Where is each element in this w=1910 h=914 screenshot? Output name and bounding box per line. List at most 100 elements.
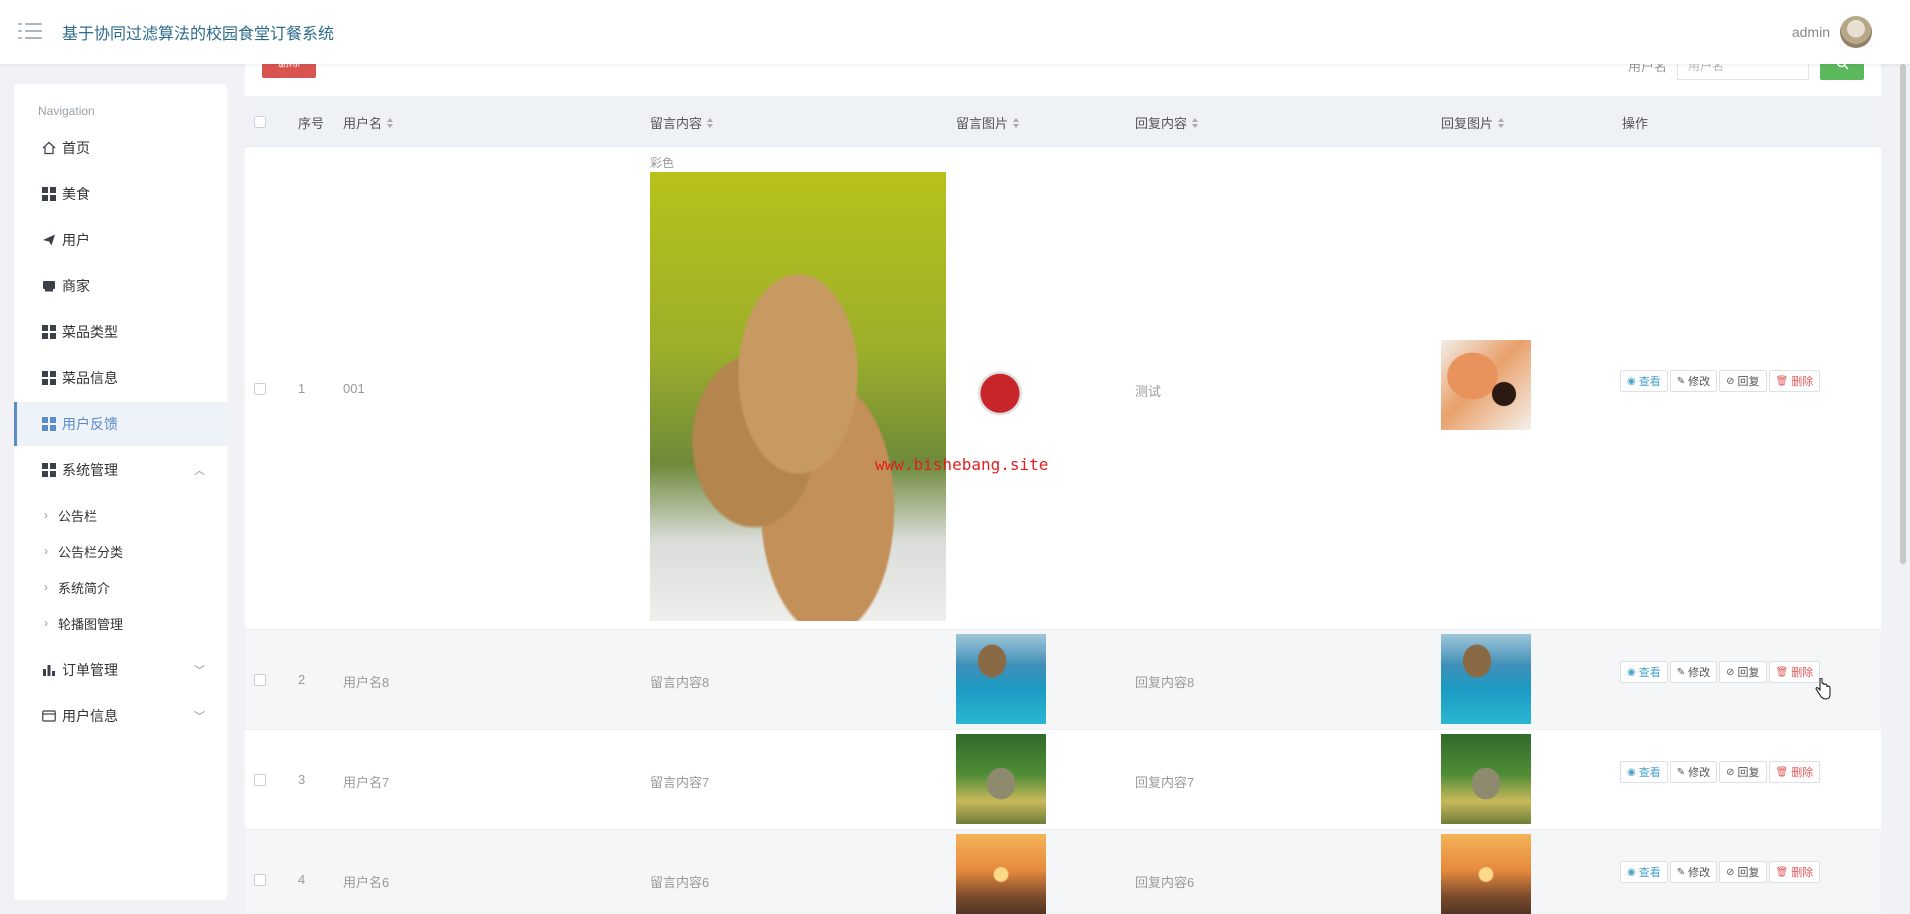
main-content: 删除 用户名 用户名 序号 用户名 留言内容 留言图片 回复内容 回复图片 操作… <box>245 52 1881 914</box>
sidebar-item-orders[interactable]: 订单管理 ﹀ <box>14 648 227 692</box>
table-row: 3 用户名7 留言内容7 回复内容7 ◉ 查看 ✎ 修改 ⊘ 回复 🗑 删除 <box>245 730 1881 830</box>
reply-image-sunset[interactable] <box>1441 834 1531 914</box>
chevron-right-icon: › <box>44 544 48 558</box>
sidebar-item-merchant[interactable]: 商家 <box>14 264 227 308</box>
message-image-sea[interactable] <box>956 634 1046 724</box>
sort-icon <box>1498 117 1506 128</box>
sidebar-item-home[interactable]: 首页 <box>14 126 227 170</box>
view-button[interactable]: ◉ 查看 <box>1620 761 1668 783</box>
card-icon <box>42 709 56 723</box>
col-index: 序号 <box>298 116 325 131</box>
bar-chart-icon <box>42 663 56 677</box>
sidebar-item-label: 美食 <box>62 186 90 202</box>
message-image-sunset[interactable] <box>956 834 1046 914</box>
sidebar-item-label: 用户 <box>62 232 90 248</box>
trash-icon: 🗑 <box>1775 375 1789 387</box>
app-title: 基于协同过滤算法的校园食堂订餐系统 <box>62 26 335 43</box>
row-actions: ◉ 查看 ✎ 修改 ⊘ 回复 🗑 删除 <box>1620 761 1821 783</box>
eye-icon: ◉ <box>1627 666 1636 678</box>
paper-plane-icon <box>42 233 56 247</box>
user-name[interactable]: admin <box>1792 24 1830 40</box>
message-image-crayfish[interactable] <box>957 346 1043 432</box>
col-image[interactable]: 留言图片 <box>956 113 1021 132</box>
reply-button[interactable]: ⊘ 回复 <box>1719 761 1767 783</box>
delete-button[interactable]: 🗑 删除 <box>1768 761 1821 783</box>
sidebar-subitem-notice-category[interactable]: › 公告栏分类 <box>44 536 123 566</box>
col-reply[interactable]: 回复内容 <box>1135 113 1200 132</box>
menu-toggle-icon[interactable] <box>18 21 42 41</box>
reply-button[interactable]: ⊘ 回复 <box>1719 861 1767 883</box>
edit-button[interactable]: ✎ 修改 <box>1669 370 1718 392</box>
message-image-bridge[interactable] <box>956 734 1046 824</box>
edit-button[interactable]: ✎ 修改 <box>1669 861 1718 883</box>
sort-icon <box>707 117 715 128</box>
grid-icon <box>42 417 56 431</box>
check-circle-icon: ⊘ <box>1726 866 1735 878</box>
sidebar-item-food[interactable]: 美食 <box>14 172 227 216</box>
edit-icon: ✎ <box>1676 766 1686 778</box>
check-circle-icon: ⊘ <box>1726 766 1735 778</box>
sidebar: Navigation 首页 美食 用户 商家 菜品类型 菜品信息 用户反馈 系统… <box>14 84 227 900</box>
sidebar-item-label: 商家 <box>62 278 90 294</box>
sidebar-item-feedback[interactable]: 用户反馈 <box>14 402 227 446</box>
grid-icon <box>42 371 56 385</box>
content-image-rabbit <box>650 172 946 621</box>
avatar[interactable] <box>1840 16 1872 48</box>
sort-icon <box>387 117 395 128</box>
reply-image-shrimp[interactable] <box>1441 340 1531 430</box>
col-username[interactable]: 用户名 <box>343 113 395 132</box>
sidebar-item-label: 订单管理 <box>62 662 118 678</box>
table-row: 2 用户名8 留言内容8 回复内容8 ◉ 查看 ✎ 修改 ⊘ 回复 🗑 删除 <box>245 630 1881 730</box>
sidebar-item-dish-info[interactable]: 菜品信息 <box>14 356 227 400</box>
table-row: 1 001 彩色 测试 ◉ 查看 ✎ 修改 ⊘ 回复 🗑 删除 <box>245 148 1881 630</box>
home-icon <box>42 141 56 155</box>
chevron-right-icon: › <box>44 580 48 594</box>
sidebar-item-label: 用户信息 <box>62 708 118 724</box>
row-checkbox[interactable] <box>254 383 266 395</box>
chevron-down-icon: ﹀ <box>194 665 205 677</box>
reply-image-sea[interactable] <box>1441 634 1531 724</box>
sidebar-subitem-intro[interactable]: › 系统简介 <box>44 572 110 602</box>
row-index: 2 <box>298 672 306 687</box>
delete-button[interactable]: 🗑 删除 <box>1768 661 1821 683</box>
reply-button[interactable]: ⊘ 回复 <box>1719 661 1767 683</box>
grid-icon <box>42 463 56 477</box>
row-index: 3 <box>298 772 306 787</box>
row-checkbox[interactable] <box>254 774 266 786</box>
check-circle-icon: ⊘ <box>1726 375 1735 387</box>
sidebar-subitem-notice[interactable]: › 公告栏 <box>44 500 97 530</box>
hand-cursor-icon <box>1815 677 1831 700</box>
select-all-checkbox[interactable] <box>254 116 266 128</box>
col-content[interactable]: 留言内容 <box>650 113 715 132</box>
nav-caption: Navigation <box>38 104 95 118</box>
sidebar-subitem-carousel[interactable]: › 轮播图管理 <box>44 608 123 638</box>
row-content: 留言内容8 <box>650 675 710 690</box>
sidebar-item-system[interactable]: 系统管理 ︿ <box>14 448 227 492</box>
trash-icon: 🗑 <box>1775 866 1789 878</box>
user-menu[interactable]: admin <box>1792 16 1872 48</box>
edit-icon: ✎ <box>1676 866 1686 878</box>
row-checkbox[interactable] <box>254 874 266 886</box>
reply-button[interactable]: ⊘ 回复 <box>1719 370 1767 392</box>
row-checkbox[interactable] <box>254 674 266 686</box>
top-header: 基于协同过滤算法的校园食堂订餐系统 admin <box>0 0 1910 64</box>
edit-button[interactable]: ✎ 修改 <box>1669 661 1718 683</box>
delete-button[interactable]: 🗑 删除 <box>1768 370 1821 392</box>
reply-image-bridge[interactable] <box>1441 734 1531 824</box>
view-button[interactable]: ◉ 查看 <box>1620 370 1668 392</box>
edit-icon: ✎ <box>1676 375 1686 387</box>
row-actions: ◉ 查看 ✎ 修改 ⊘ 回复 🗑 删除 <box>1620 370 1821 392</box>
page-scrollbar[interactable] <box>1900 64 1906 564</box>
edit-button[interactable]: ✎ 修改 <box>1669 761 1718 783</box>
sidebar-item-dish-type[interactable]: 菜品类型 <box>14 310 227 354</box>
sidebar-item-user-info[interactable]: 用户信息 ﹀ <box>14 694 227 738</box>
view-button[interactable]: ◉ 查看 <box>1620 861 1668 883</box>
grid-icon <box>42 325 56 339</box>
trash-icon: 🗑 <box>1775 766 1789 778</box>
sidebar-item-label: 用户反馈 <box>62 416 118 432</box>
view-button[interactable]: ◉ 查看 <box>1620 661 1668 683</box>
col-reply-image[interactable]: 回复图片 <box>1441 113 1506 132</box>
sidebar-item-user[interactable]: 用户 <box>14 218 227 262</box>
delete-button[interactable]: 🗑 删除 <box>1768 861 1821 883</box>
row-username: 001 <box>343 381 365 396</box>
